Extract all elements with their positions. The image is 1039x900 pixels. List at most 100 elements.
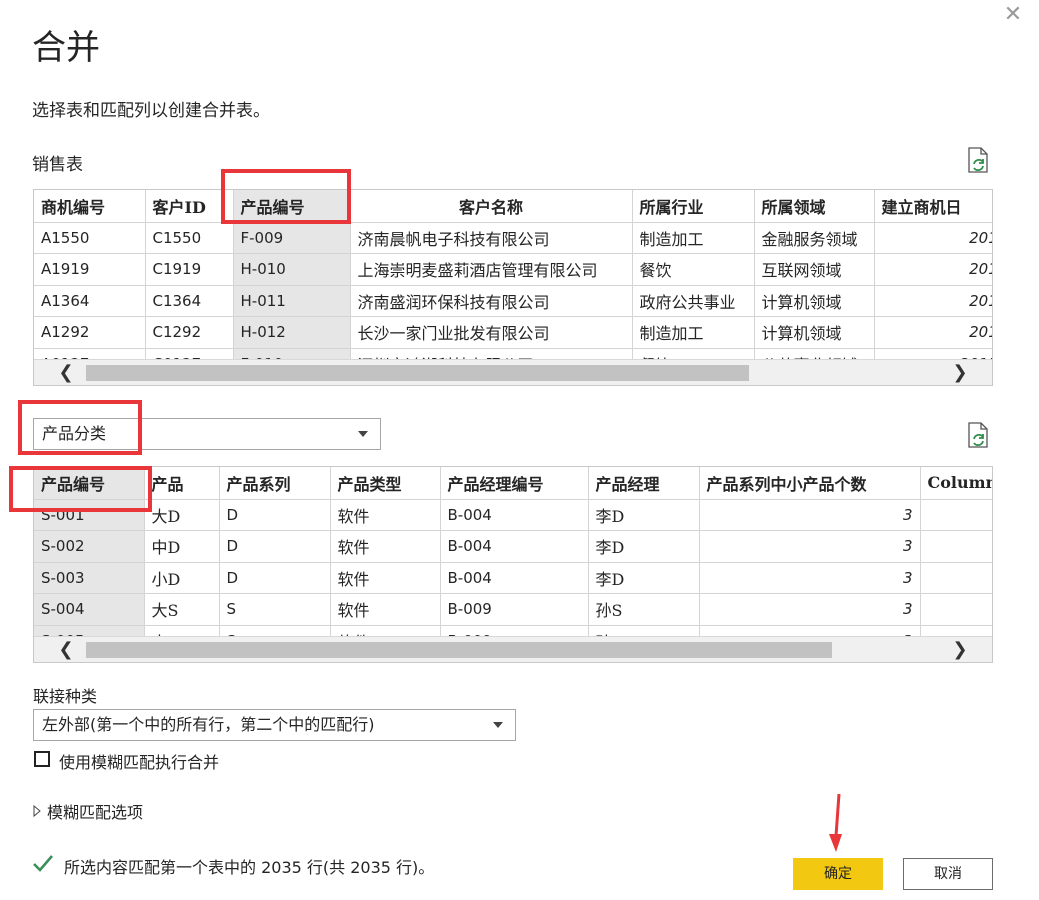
refresh-preview-2-icon[interactable] (966, 422, 990, 452)
table-cell: 3 (699, 562, 921, 594)
table-row: S-003 小D D 软件 B-004 李D 3 (34, 562, 992, 594)
table-cell: C1292 (145, 316, 234, 349)
table-cell: A1292 (34, 316, 146, 349)
ok-button[interactable]: 确定 (793, 858, 883, 890)
cancel-button[interactable]: 取消 (903, 858, 993, 890)
chevron-down-icon (493, 722, 503, 728)
column-header[interactable]: 产品 (144, 467, 220, 500)
scroll-thumb[interactable] (86, 642, 832, 658)
table-cell: 济南晨帆电子科技有限公司 (350, 222, 633, 254)
table-cell: F-009 (233, 222, 351, 254)
match-status-text: 所选内容匹配第一个表中的 2035 行(共 2035 行)。 (64, 858, 435, 877)
column-header[interactable]: 客户ID (145, 190, 234, 223)
table-cell: 计算机领域 (754, 316, 875, 349)
table-cell: 餐饮 (632, 253, 755, 286)
dialog-title: 合并 (32, 28, 100, 68)
table-cell: C1364 (145, 285, 234, 317)
table-row: S-002 中D D 软件 B-004 李D 3 (34, 530, 992, 563)
horizontal-scrollbar[interactable]: ❮ ❯ (34, 359, 992, 385)
table-cell: 济南盛润环保科技有限公司 (350, 285, 633, 317)
horizontal-scrollbar[interactable]: ❮ ❯ (34, 636, 992, 662)
scroll-left-icon[interactable]: ❮ (56, 639, 76, 660)
column-header[interactable]: 产品经理编号 (440, 467, 589, 500)
table-cell: 大D (144, 499, 220, 531)
table-cell: C1919 (145, 253, 234, 286)
table-cell: 2015/1/1 (874, 285, 992, 317)
table-cell: 制造加工 (632, 316, 755, 349)
table-cell: 软件 (330, 530, 441, 563)
table-cell (920, 593, 992, 626)
table-cell: 2015/1/7 (874, 316, 992, 349)
table-cell: D (219, 562, 331, 594)
table-cell: C1550 (145, 222, 234, 254)
table-cell: 软件 (330, 593, 441, 626)
table-cell: 中D (144, 530, 220, 563)
table-cell: 孙S (588, 593, 700, 626)
dialog-subtitle: 选择表和匹配列以创建合并表。 (32, 101, 270, 121)
table-cell: 2015/1/4 (874, 253, 992, 286)
join-kind-value: 左外部(第一个中的所有行，第二个中的匹配行) (42, 715, 375, 734)
table-cell: 软件 (330, 499, 441, 531)
table-cell: A1550 (34, 222, 146, 254)
column-header[interactable]: 建立商机日 (874, 190, 992, 223)
table-row: A1550C1550F-009济南晨帆电子科技有限公司制造加工金融服务领域201… (34, 222, 992, 254)
table-cell: S (219, 593, 331, 626)
expand-triangle-icon[interactable] (32, 803, 42, 818)
annotation-arrow (826, 792, 846, 854)
column-header[interactable]: 产品类型 (330, 467, 441, 500)
table-row: S-004 大S S 软件 B-009 孙S 3 (34, 593, 992, 626)
table-cell: H-011 (233, 285, 351, 317)
fuzzy-match-checkbox[interactable] (34, 751, 50, 767)
join-kind-label: 联接种类 (33, 687, 98, 706)
highlight-box-key2 (9, 466, 152, 512)
first-table-preview[interactable]: 商机编号 客户ID 产品编号 客户名称 所属行业 所属领域 建立商机日 A1550 C1550… (33, 189, 993, 386)
chevron-down-icon (358, 431, 368, 437)
table-cell: 长沙一家门业批发有限公司 (350, 316, 633, 349)
column-header[interactable]: 所属领域 (754, 190, 875, 223)
scroll-left-icon[interactable]: ❮ (56, 362, 76, 383)
table-cell: H-010 (233, 253, 351, 286)
column-header[interactable]: 客户名称 (350, 190, 633, 223)
table-cell: 制造加工 (632, 222, 755, 254)
table-cell: B-004 (440, 562, 589, 594)
column-header[interactable]: 产品经理 (588, 467, 700, 500)
first-table-label: 销售表 (32, 155, 83, 175)
table-cell: 李D (588, 530, 700, 563)
table-cell: B-004 (440, 530, 589, 563)
table-cell: D (219, 499, 331, 531)
table-cell: 计算机领域 (754, 285, 875, 317)
column-header[interactable]: 产品系列 (219, 467, 331, 500)
table-cell: 政府公共事业 (632, 285, 755, 317)
table-row: A1292C1292H-012长沙一家门业批发有限公司制造加工计算机领域2015… (34, 316, 992, 349)
table-cell: 大S (144, 593, 220, 626)
scroll-right-icon[interactable]: ❯ (950, 362, 970, 383)
scroll-thumb[interactable] (86, 365, 749, 381)
fuzzy-options-toggle[interactable]: 模糊匹配选项 (47, 799, 143, 823)
second-table-preview[interactable]: 产品编号产品产品系列产品类型产品经理编号产品经理产品系列中小产品个数Column… (33, 466, 993, 663)
table-cell: 金融服务领域 (754, 222, 875, 254)
table-cell: S-004 (34, 593, 145, 626)
refresh-preview-1-icon[interactable] (966, 147, 990, 177)
table-cell: 小D (144, 562, 220, 594)
table-cell: D (219, 530, 331, 563)
table-cell: S-002 (34, 530, 145, 563)
column-header[interactable]: 所属行业 (632, 190, 755, 223)
table-cell (920, 499, 992, 531)
table-row: S-001 大D D 软件 B-004 李D 3 (34, 499, 992, 531)
table-cell: 2015/1/8 (874, 222, 992, 254)
column-header[interactable]: 商机编号 (34, 190, 146, 223)
check-icon (32, 853, 54, 873)
highlight-box-select (18, 400, 142, 455)
table-cell: B-009 (440, 593, 589, 626)
close-icon[interactable]: ✕ (1000, 4, 1026, 28)
join-kind-select[interactable]: 左外部(第一个中的所有行，第二个中的匹配行) (33, 709, 516, 741)
column-header[interactable]: 产品系列中小产品个数 (699, 467, 921, 500)
highlight-box-key1 (221, 169, 351, 224)
table-cell (920, 530, 992, 563)
table-cell: 上海崇明麦盛莉酒店管理有限公司 (350, 253, 633, 286)
table-cell: 3 (699, 499, 921, 531)
table-cell: A1364 (34, 285, 146, 317)
table-row: A1919C1919H-010上海崇明麦盛莉酒店管理有限公司餐饮互联网领域201… (34, 253, 992, 286)
column-header[interactable]: Column8 (920, 467, 992, 500)
scroll-right-icon[interactable]: ❯ (950, 639, 970, 660)
